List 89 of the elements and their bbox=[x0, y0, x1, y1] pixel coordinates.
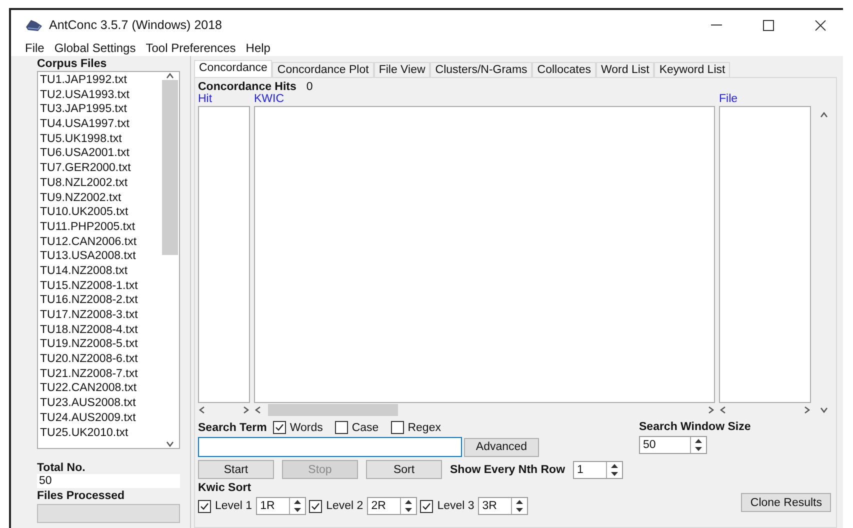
checkbox[interactable] bbox=[334, 421, 348, 434]
tab[interactable]: Concordance Plot bbox=[272, 62, 374, 77]
column-header[interactable]: File bbox=[719, 93, 811, 105]
corpus-file-item[interactable]: TU14.NZ2008.txt bbox=[40, 264, 159, 279]
scroll-down-icon[interactable] bbox=[166, 440, 174, 448]
corpus-file-item[interactable]: TU11.PHP2005.txt bbox=[40, 220, 159, 235]
scroll-left-icon[interactable] bbox=[254, 406, 262, 414]
corpus-file-item[interactable]: TU12.CAN2006.txt bbox=[40, 234, 159, 250]
scroll-right-icon[interactable] bbox=[242, 406, 250, 414]
maximize-icon[interactable] bbox=[762, 20, 774, 30]
sort-level-spinner[interactable]: 2R bbox=[367, 497, 418, 515]
scroll-down-icon[interactable] bbox=[820, 406, 828, 414]
corpus-file-item[interactable]: TU15.NZ2008-1.txt bbox=[40, 278, 159, 294]
sort-level-spinner[interactable]: 1R bbox=[256, 497, 306, 515]
search-window-size-label: Search Window Size bbox=[639, 421, 751, 433]
tab[interactable]: Collocates bbox=[532, 62, 596, 77]
corpus-file-item[interactable]: TU20.NZ2008-6.txt bbox=[40, 352, 159, 367]
corpus-file-item[interactable]: TU1.JAP1992.txt bbox=[40, 73, 159, 88]
menu-item[interactable]: File bbox=[25, 41, 44, 55]
corpus-file-item[interactable]: TU16.NZ2008-2.txt bbox=[40, 293, 159, 308]
sort-level-spinner[interactable]: 3R bbox=[478, 497, 528, 515]
menu-item[interactable]: Help bbox=[246, 41, 270, 55]
option-label: Regex bbox=[408, 422, 441, 434]
corpus-file-item[interactable]: TU7.GER2000.txt bbox=[40, 161, 159, 176]
minimize-icon[interactable] bbox=[710, 24, 722, 26]
checkbox[interactable] bbox=[272, 421, 286, 434]
column-header[interactable]: KWIC bbox=[254, 93, 715, 105]
menu-item[interactable]: Tool Preferences bbox=[146, 41, 236, 55]
corpus-file-item[interactable]: TU13.USA2008.txt bbox=[40, 249, 159, 264]
total-number-label: Total No. bbox=[37, 462, 86, 474]
corpus-file-item[interactable]: TU6.USA2001.txt bbox=[40, 146, 159, 162]
checkbox[interactable] bbox=[390, 421, 404, 434]
scroll-up-icon[interactable] bbox=[166, 72, 174, 80]
scroll-left-icon[interactable] bbox=[198, 406, 206, 414]
tab[interactable]: Keyword List bbox=[654, 62, 730, 77]
corpus-file-item[interactable]: TU2.USA1993.txt bbox=[40, 88, 159, 102]
corpus-file-item[interactable]: TU21.NZ2008-7.txt bbox=[40, 366, 159, 382]
window-title: AntConc 3.5.7 (Windows) 2018 bbox=[49, 18, 224, 32]
checkbox[interactable] bbox=[198, 500, 211, 512]
tab[interactable]: Clusters/N-Grams bbox=[430, 62, 532, 77]
concordance-hits-label: Concordance Hits bbox=[198, 81, 296, 93]
corpus-file-item[interactable]: TU22.CAN2008.txt bbox=[40, 381, 159, 396]
column-header[interactable]: Hit bbox=[198, 93, 250, 105]
checkbox[interactable] bbox=[309, 500, 322, 512]
scroll-right-icon[interactable] bbox=[803, 406, 811, 414]
nth-row-spinner[interactable]: 1 bbox=[573, 460, 624, 478]
action-button[interactable]: Start bbox=[198, 460, 274, 479]
menu-item[interactable]: Global Settings bbox=[54, 41, 136, 55]
close-icon[interactable] bbox=[814, 20, 826, 30]
corpus-file-item[interactable]: TU19.NZ2008-5.txt bbox=[40, 337, 159, 352]
checkbox[interactable] bbox=[420, 500, 434, 512]
level-label: Level 1 bbox=[215, 500, 252, 512]
scrollbar-thumb[interactable] bbox=[162, 80, 178, 255]
nth-row-label: Show Every Nth Row bbox=[450, 464, 566, 476]
corpus-file-item[interactable]: TU17.NZ2008-3.txt bbox=[40, 308, 159, 323]
tab[interactable]: Concordance bbox=[194, 60, 272, 77]
clone-results-button[interactable]: Clone Results bbox=[741, 493, 831, 512]
scroll-left-icon[interactable] bbox=[719, 406, 727, 414]
corpus-file-item[interactable]: TU5.UK1998.txt bbox=[40, 132, 159, 146]
search-term-label: Search Term bbox=[198, 422, 267, 434]
scroll-right-icon[interactable] bbox=[707, 406, 715, 414]
window-size-spinner[interactable]: 50 bbox=[639, 436, 707, 454]
corpus-file-list[interactable] bbox=[37, 71, 180, 449]
corpus-file-item[interactable]: TU23.AUS2008.txt bbox=[40, 396, 159, 411]
action-button[interactable]: Sort bbox=[366, 460, 442, 479]
app-logo-icon bbox=[25, 18, 43, 32]
corpus-file-item[interactable]: TU9.NZ2002.txt bbox=[40, 190, 159, 206]
tab[interactable]: File View bbox=[374, 62, 430, 77]
corpus-files-label: Corpus Files bbox=[37, 58, 108, 70]
level-label: Level 3 bbox=[437, 500, 474, 512]
corpus-file-item[interactable]: TU24.AUS2009.txt bbox=[40, 410, 159, 426]
search-term-field[interactable] bbox=[198, 437, 462, 457]
tab[interactable]: Word List bbox=[596, 62, 654, 77]
corpus-file-item[interactable]: TU25.UK2010.txt bbox=[40, 426, 159, 440]
option-label: Words bbox=[290, 422, 323, 434]
corpus-file-item[interactable]: TU10.UK2005.txt bbox=[40, 205, 159, 220]
scroll-up-icon[interactable] bbox=[820, 111, 828, 119]
option-label: Case bbox=[352, 422, 379, 434]
concordance-hits-count: 0 bbox=[306, 81, 313, 93]
total-number-value: 50 bbox=[37, 474, 180, 488]
files-processed-label: Files Processed bbox=[37, 490, 126, 502]
advanced-button[interactable]: Advanced bbox=[464, 438, 539, 456]
corpus-file-item[interactable]: TU18.NZ2008-4.txt bbox=[40, 322, 159, 338]
level-label: Level 2 bbox=[326, 500, 364, 512]
corpus-file-item[interactable]: TU8.NZL2002.txt bbox=[40, 176, 159, 190]
kwic-sort-label: Kwic Sort bbox=[198, 482, 252, 494]
corpus-file-item[interactable]: TU4.USA1997.txt bbox=[40, 117, 159, 132]
corpus-file-item[interactable]: TU3.JAP1995.txt bbox=[40, 102, 159, 118]
scrollbar-thumb[interactable] bbox=[268, 404, 398, 416]
